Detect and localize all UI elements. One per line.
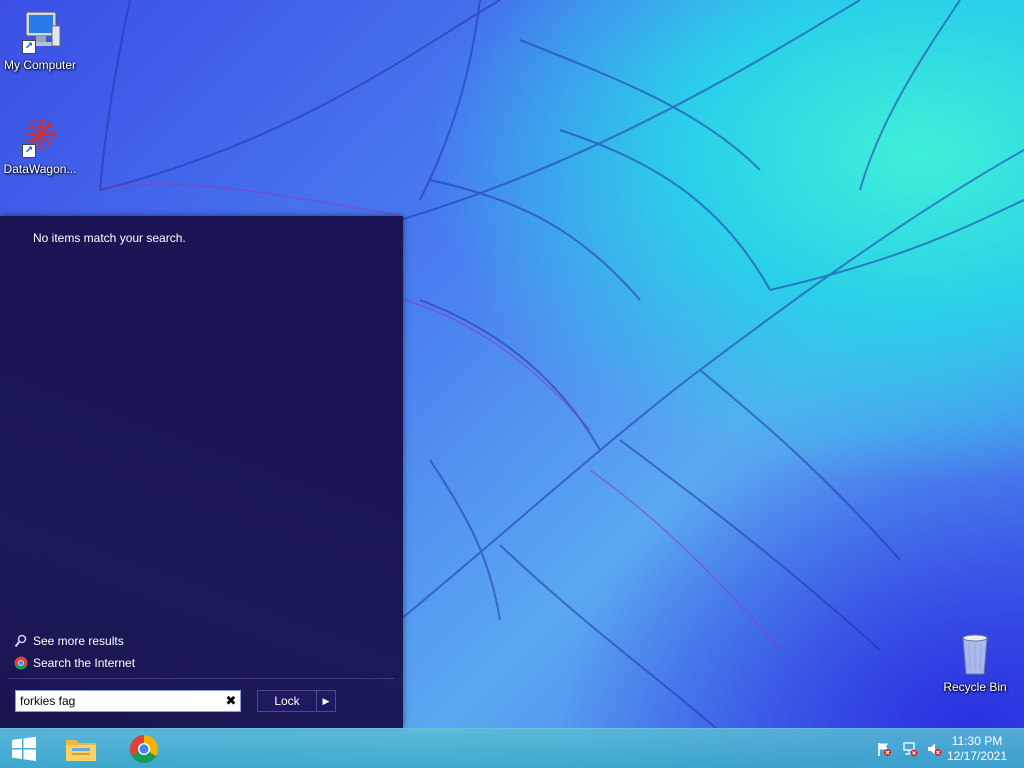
clock-date: 12/17/2021 (946, 749, 1008, 763)
desktop-icon-my-computer[interactable]: ↗ My Computer (0, 8, 80, 72)
search-internet-label: Search the Internet (33, 656, 136, 670)
start-button[interactable] (0, 729, 48, 768)
action-center-flag-icon[interactable] (876, 741, 892, 757)
windows-logo-icon (12, 736, 36, 761)
shortcut-arrow-icon: ↗ (22, 144, 36, 158)
system-tray: 11:30 PM 12/17/2021 (864, 729, 1024, 768)
computer-icon: ↗ (16, 8, 64, 56)
clear-search-button[interactable]: ✖ (222, 692, 240, 710)
network-icon[interactable] (902, 741, 918, 757)
chrome-icon (130, 735, 158, 763)
desktop-icon-recycle-bin[interactable]: Recycle Bin (935, 630, 1015, 694)
lock-button[interactable]: Lock (258, 691, 316, 711)
chrome-icon (14, 656, 28, 670)
search-input[interactable] (16, 692, 222, 710)
file-explorer-icon (66, 740, 96, 761)
volume-muted-icon[interactable] (926, 741, 942, 757)
see-more-results-label: See more results (33, 634, 124, 648)
desktop-icon-datawagon[interactable]: ↗ DataWagon... (0, 112, 80, 176)
desktop-icon-label: Recycle Bin (943, 680, 1007, 694)
file-explorer-button[interactable] (57, 729, 105, 768)
see-more-results-link[interactable]: See more results (14, 634, 124, 648)
recycle-bin-icon (951, 630, 999, 678)
desktop-icon-label: My Computer (3, 58, 77, 72)
power-options-arrow-button[interactable]: ▶ (316, 691, 335, 711)
desktop-icon-label: DataWagon... (3, 162, 77, 176)
clock-time: 11:30 PM (951, 734, 1003, 748)
search-internet-link[interactable]: Search the Internet (14, 656, 135, 670)
magnifier-icon (14, 634, 27, 648)
chrome-button[interactable] (120, 729, 168, 768)
search-box[interactable]: ✖ (15, 690, 241, 712)
start-menu: No items match your search. See more res… (0, 216, 403, 728)
clock[interactable]: 11:30 PM 12/17/2021 (942, 734, 1012, 764)
no-results-message: No items match your search. (33, 231, 186, 245)
desktop: ↗ My Computer ↗ DataWagon... Recycle Bin… (0, 0, 1024, 768)
taskbar: 11:30 PM 12/17/2021 (0, 728, 1024, 768)
divider (8, 678, 395, 679)
datawagon-icon: ↗ (16, 112, 64, 160)
shortcut-arrow-icon: ↗ (22, 40, 36, 54)
power-button-group: Lock ▶ (257, 690, 336, 712)
